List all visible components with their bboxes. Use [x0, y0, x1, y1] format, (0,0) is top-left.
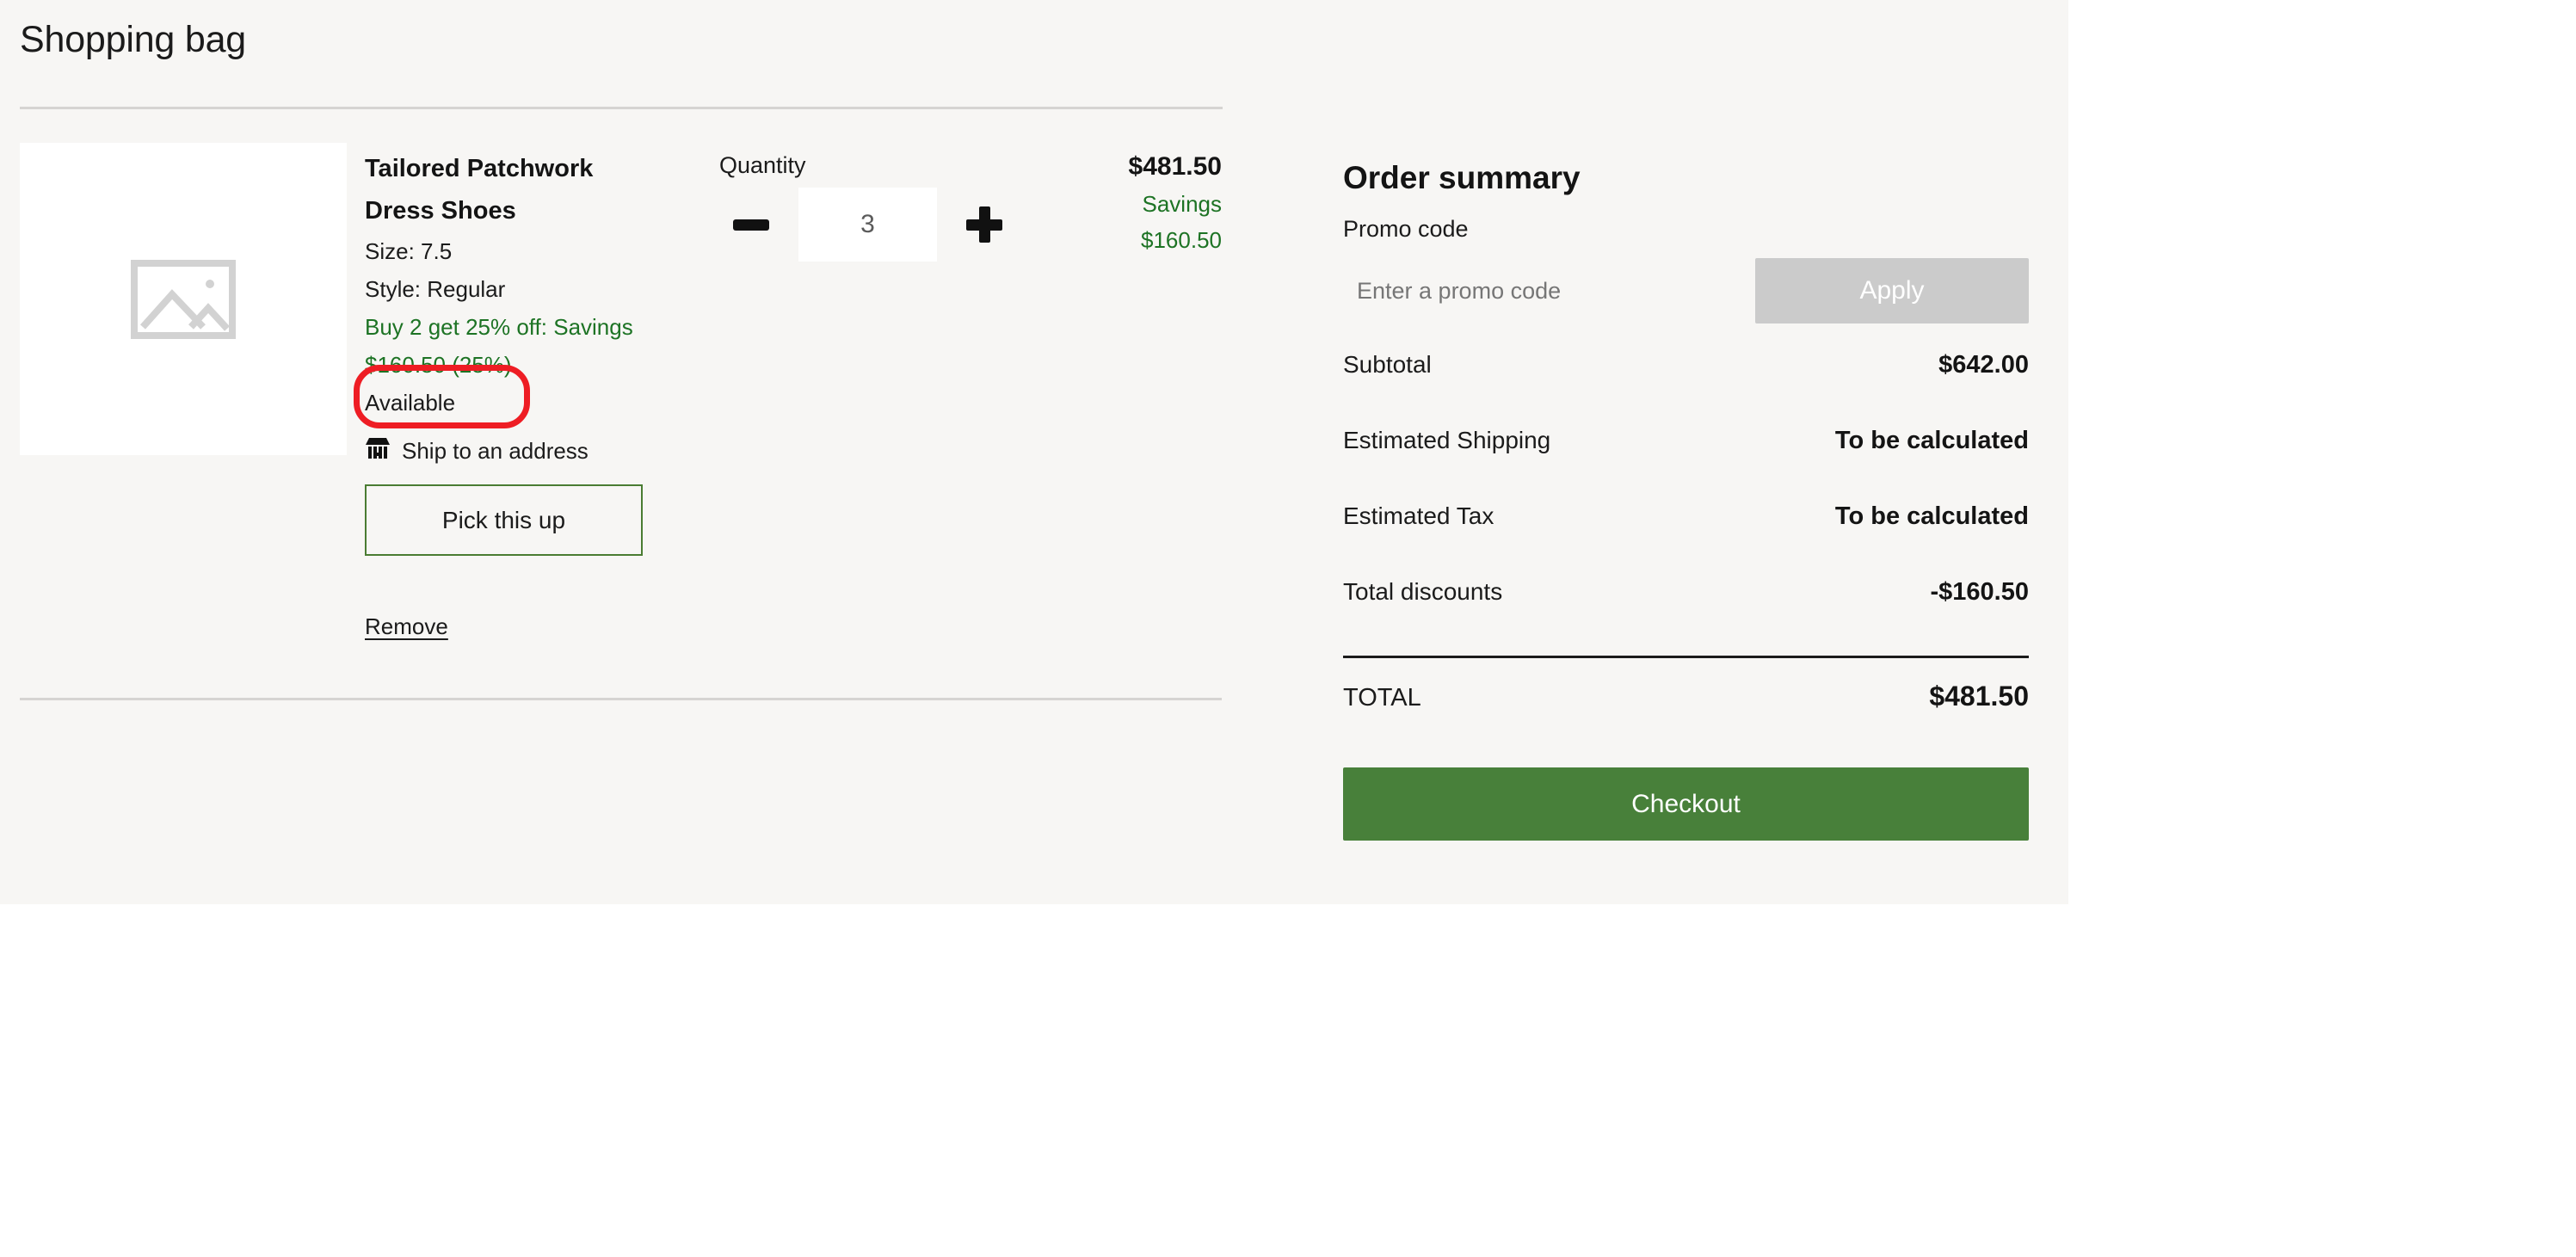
summary-row: Total discounts -$160.50: [1343, 578, 2029, 654]
product-promo-text: Buy 2 get 25% off: Savings $160.50 (25%): [365, 314, 633, 378]
remove-item-link[interactable]: Remove: [365, 613, 448, 640]
summary-row-label: Total discounts: [1343, 578, 1503, 605]
product-image[interactable]: [20, 143, 347, 455]
summary-row: Subtotal $642.00: [1343, 351, 2029, 427]
summary-row: Estimated Tax To be calculated: [1343, 502, 2029, 578]
total-row: TOTAL $481.50: [1343, 681, 2029, 712]
summary-row-value: To be calculated: [1834, 502, 2029, 530]
order-summary-title: Order summary: [1343, 160, 1581, 195]
total-divider: [1343, 656, 2029, 658]
fulfillment-label: Ship to an address: [402, 438, 589, 464]
line-savings-label: Savings: [1142, 191, 1223, 217]
summary-row: Estimated Shipping To be calculated: [1343, 427, 2029, 502]
summary-row-value: To be calculated: [1834, 427, 2029, 454]
quantity-decrease-button[interactable]: [719, 193, 783, 256]
product-style: Style: Regular: [365, 276, 506, 302]
apply-promo-button[interactable]: Apply: [1755, 258, 2029, 323]
total-label: TOTAL: [1343, 684, 1421, 712]
line-price: $481.50: [1128, 152, 1222, 181]
storefront-icon: [365, 437, 391, 465]
product-size: Size: 7.5: [365, 238, 453, 264]
checkout-button[interactable]: Checkout: [1343, 767, 2029, 841]
summary-row-label: Estimated Tax: [1343, 502, 1494, 529]
summary-rows: Subtotal $642.00 Estimated Shipping To b…: [1343, 351, 2029, 654]
divider-top: [20, 107, 1223, 109]
total-value: $481.50: [1929, 681, 2029, 712]
summary-row-label: Subtotal: [1343, 351, 1432, 378]
fulfillment-row: Ship to an address: [365, 437, 700, 465]
shopping-bag-page: Shopping bag Tailored Patchwork Dress Sh…: [0, 0, 2068, 904]
pick-this-up-button[interactable]: Pick this up: [365, 484, 643, 556]
quantity-input[interactable]: [798, 188, 937, 262]
summary-row-value: $642.00: [1938, 351, 2029, 379]
product-title[interactable]: Tailored Patchwork Dress Shoes: [365, 148, 657, 232]
quantity-label: Quantity: [719, 152, 806, 178]
line-price-block: $481.50 Savings $160.50: [934, 148, 1222, 258]
summary-row-value: -$160.50: [1930, 578, 2030, 606]
minus-icon: [733, 219, 769, 231]
availability-status: Available: [365, 390, 456, 416]
image-placeholder-icon: [131, 259, 236, 339]
divider-bottom: [20, 698, 1222, 700]
line-savings-amount: $160.50: [1141, 227, 1222, 253]
promo-code-label: Promo code: [1343, 216, 1469, 242]
summary-row-label: Estimated Shipping: [1343, 427, 1551, 453]
order-summary: Order summary Promo code Apply Subtotal …: [1343, 160, 2029, 841]
promo-code-input[interactable]: [1343, 258, 1755, 323]
product-info: Tailored Patchwork Dress Shoes Size: 7.5…: [365, 148, 700, 640]
promo-code-row: Apply: [1343, 258, 2029, 323]
page-title: Shopping bag: [20, 19, 247, 60]
